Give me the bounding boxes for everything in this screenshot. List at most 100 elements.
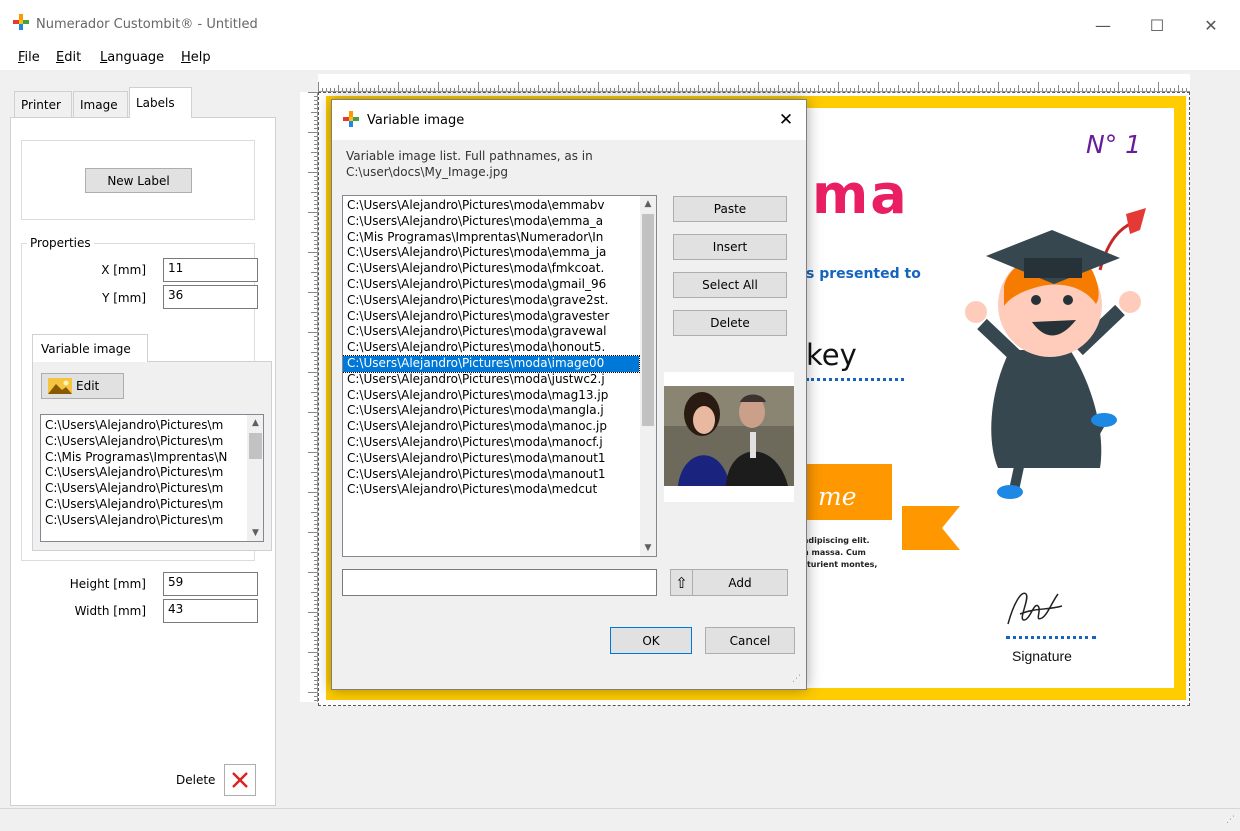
insert-button[interactable]: Insert: [673, 234, 787, 260]
image-path-list[interactable]: C:\Users\Alejandro\Pictures\moda\emmabv C…: [342, 195, 657, 557]
arrow-up-icon: ⇧: [671, 570, 693, 595]
list-item[interactable]: C:\Users\Alejandro\Pictures\moda\emma_a: [343, 214, 639, 230]
new-label-button[interactable]: New Label: [85, 168, 192, 193]
certificate-title-text: ma: [812, 163, 909, 226]
height-input[interactable]: 59: [163, 572, 258, 596]
side-list-scrollbar[interactable]: ▲ ▼: [247, 415, 263, 541]
list-item[interactable]: C:\Users\Alejandro\Pictures\m: [41, 513, 247, 529]
tab-labels[interactable]: Labels: [129, 87, 192, 118]
maximize-icon: ☐: [1149, 15, 1165, 35]
ok-button[interactable]: OK: [610, 627, 692, 654]
dialog-logo-icon: [343, 111, 359, 127]
x-label: X [mm]: [101, 263, 146, 277]
add-button-label: Add: [728, 575, 752, 590]
signature-icon: [1007, 592, 1063, 625]
x-input[interactable]: 11: [163, 258, 258, 282]
ruler-left: [300, 92, 318, 702]
lorem-line: adipiscing elit.: [803, 536, 870, 545]
presented-text: s presented to: [806, 266, 921, 282]
description-line: C:\user\docs\My_Image.jpg: [346, 165, 508, 179]
menu-language[interactable]: Language: [100, 50, 164, 65]
delete-label-button[interactable]: [224, 764, 256, 796]
signature-label: Signature: [1012, 648, 1072, 664]
lorem-line: rturient montes,: [803, 560, 878, 569]
close-icon: ✕: [1204, 15, 1218, 35]
list-item[interactable]: C:\Users\Alejandro\Pictures\moda\fmkcoat…: [343, 261, 639, 277]
recipient-name: key: [806, 338, 857, 372]
resize-grip-icon[interactable]: ⋰: [1226, 815, 1235, 825]
side-image-list[interactable]: C:\Users\Alejandro\Pictures\m C:\Users\Al…: [40, 414, 264, 542]
menu-file[interactable]: File: [18, 50, 40, 65]
list-item[interactable]: C:\Users\Alejandro\Pictures\m: [41, 434, 247, 450]
list-item[interactable]: C:\Users\Alejandro\Pictures\moda\mangla.…: [343, 403, 639, 419]
dialog-list-scrollbar[interactable]: ▲ ▼: [640, 196, 656, 556]
window-title: Numerador Custombit® - Untitled: [36, 17, 258, 32]
delete-label: Delete: [176, 773, 216, 787]
width-input[interactable]: 43: [163, 599, 258, 623]
edit-button[interactable]: Edit: [41, 373, 124, 399]
variable-image-dialog: Variable image ✕ Variable image list. Fu…: [331, 99, 807, 690]
maximize-button[interactable]: ☐: [1134, 10, 1180, 40]
scroll-thumb[interactable]: [642, 214, 654, 426]
list-item[interactable]: C:\Users\Alejandro\Pictures\moda\emmabv: [343, 198, 639, 214]
edit-button-label: Edit: [76, 379, 100, 393]
list-item[interactable]: C:\Users\Alejandro\Pictures\m: [41, 481, 247, 497]
list-item[interactable]: C:\Users\Alejandro\Pictures\moda\justwc2…: [343, 372, 639, 388]
dialog-resize-grip-icon[interactable]: ⋰: [792, 674, 801, 684]
dialog-description: Variable image list. Full pathnames, as …: [346, 148, 593, 180]
height-label: Height [mm]: [69, 577, 146, 591]
scroll-down-icon[interactable]: ▼: [247, 525, 263, 541]
list-item[interactable]: C:\Users\Alejandro\Pictures\moda\gravest…: [343, 309, 639, 325]
dialog-title: Variable image: [367, 113, 465, 128]
scroll-up-icon[interactable]: ▲: [640, 196, 656, 212]
list-item[interactable]: C:\Users\Alejandro\Pictures\moda\manout1: [343, 467, 639, 483]
image-preview: [664, 372, 794, 502]
minimize-button[interactable]: —: [1080, 10, 1126, 40]
ribbon-text: me: [818, 482, 857, 511]
list-item[interactable]: C:\Users\Alejandro\Pictures\moda\manocf.…: [343, 435, 639, 451]
add-button[interactable]: ⇧ Add: [670, 569, 788, 596]
list-item[interactable]: C:\Users\Alejandro\Pictures\moda\gravewa…: [343, 324, 639, 340]
tab-printer[interactable]: Printer: [14, 91, 72, 117]
menu-edit[interactable]: Edit: [56, 50, 81, 65]
certificate-title: ma: [812, 168, 909, 222]
list-item[interactable]: C:\Users\Alejandro\Pictures\moda\gmail_9…: [343, 277, 639, 293]
paste-button[interactable]: Paste: [673, 196, 787, 222]
list-item[interactable]: C:\Users\Alejandro\Pictures\m: [41, 418, 247, 434]
list-item[interactable]: C:\Users\Alejandro\Pictures\moda\emma_ja: [343, 245, 639, 261]
certificate-number: N° 1: [1086, 130, 1142, 159]
list-item[interactable]: C:\Users\Alejandro\Pictures\moda\manout1: [343, 451, 639, 467]
tab-variable-image[interactable]: Variable image: [32, 334, 148, 362]
signature-line: [1006, 636, 1096, 639]
select-all-button[interactable]: Select All: [673, 272, 787, 298]
y-input[interactable]: 36: [163, 285, 258, 309]
menu-help[interactable]: Help: [181, 50, 211, 65]
scroll-down-icon[interactable]: ▼: [640, 540, 656, 556]
scroll-thumb[interactable]: [249, 433, 262, 459]
list-item[interactable]: C:\Users\Alejandro\Pictures\moda\medcut: [343, 482, 639, 498]
list-item[interactable]: C:\Mis Programas\Imprentas\Numerador\In: [343, 230, 639, 246]
image-icon: [48, 378, 72, 394]
tab-image[interactable]: Image: [73, 91, 128, 117]
list-item[interactable]: C:\Users\Alejandro\Pictures\moda\manoc.j…: [343, 419, 639, 435]
list-item[interactable]: C:\Users\Alejandro\Pictures\m: [41, 497, 247, 513]
close-icon: ✕: [778, 110, 794, 130]
list-item[interactable]: C:\Users\Alejandro\Pictures\m: [41, 465, 247, 481]
list-item[interactable]: C:\Users\Alejandro\Pictures\moda\grave2s…: [343, 293, 639, 309]
scroll-up-icon[interactable]: ▲: [247, 415, 263, 431]
dialog-close-button[interactable]: ✕: [774, 108, 798, 132]
delete-button[interactable]: Delete: [673, 310, 787, 336]
cancel-button[interactable]: Cancel: [705, 627, 795, 654]
width-label: Width [mm]: [74, 604, 146, 618]
list-item[interactable]: C:\Users\Alejandro\Pictures\moda\image00: [343, 354, 640, 373]
name-underline: [806, 378, 904, 381]
path-input[interactable]: [342, 569, 657, 596]
list-item[interactable]: C:\Users\Alejandro\Pictures\moda\honout5…: [343, 340, 639, 356]
lorem-text: adipiscing elit. n massa. Cum rturient m…: [803, 535, 877, 571]
app-logo-icon: [13, 14, 29, 30]
list-item[interactable]: C:\Users\Alejandro\Pictures\moda\mag13.j…: [343, 388, 639, 404]
list-item[interactable]: C:\Mis Programas\Imprentas\N: [41, 450, 247, 466]
preview-photo-icon: [664, 386, 794, 486]
close-button[interactable]: ✕: [1188, 10, 1234, 40]
delete-x-icon: [232, 772, 248, 788]
